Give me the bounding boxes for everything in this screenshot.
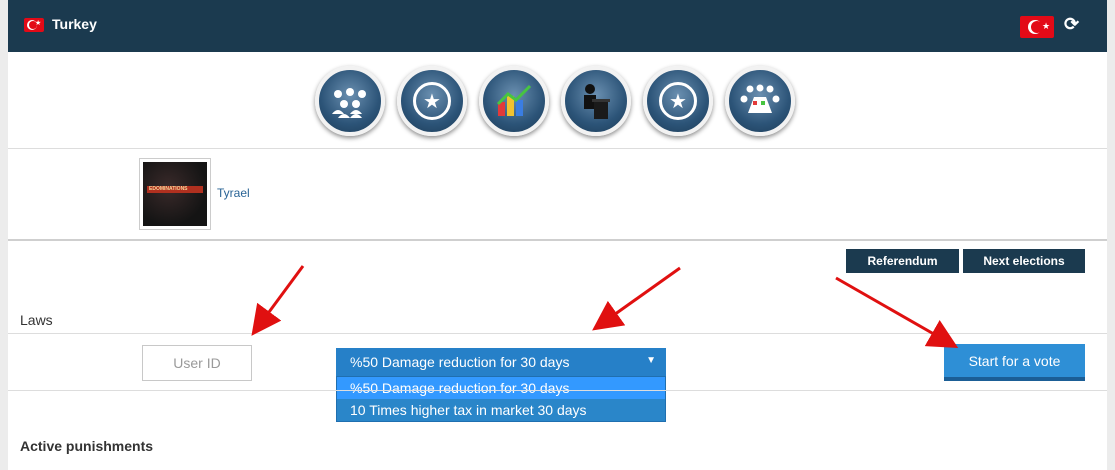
refresh-icon[interactable]: ⟳ bbox=[1064, 14, 1079, 35]
user-link[interactable]: Tyrael bbox=[217, 186, 250, 200]
law-select-value: %50 Damage reduction for 30 days bbox=[350, 354, 570, 370]
referendum-button[interactable]: Referendum bbox=[846, 249, 959, 273]
star-icon[interactable]: ★ bbox=[643, 66, 713, 136]
divider bbox=[8, 148, 1107, 149]
people-icon[interactable] bbox=[315, 66, 385, 136]
section-title-active-punishments: Active punishments bbox=[20, 438, 154, 454]
page-title: Turkey bbox=[52, 16, 97, 32]
law-option[interactable]: 10 Times higher tax in market 30 days bbox=[337, 399, 665, 421]
meeting-table-icon[interactable] bbox=[725, 66, 795, 136]
next-elections-button[interactable]: Next elections bbox=[963, 249, 1085, 273]
government-panel: ★ Turkey ★ ⟳ ★ ★ EDOMINATIONS Tyrael Ref… bbox=[8, 0, 1107, 470]
start-vote-button[interactable]: Start for a vote bbox=[944, 344, 1085, 381]
turkey-flag-icon: ★ bbox=[24, 18, 44, 32]
chevron-down-icon: ▼ bbox=[646, 355, 656, 366]
divider bbox=[8, 239, 1107, 241]
divider bbox=[8, 390, 1107, 391]
speaker-podium-icon[interactable] bbox=[561, 66, 631, 136]
chart-icon[interactable] bbox=[479, 66, 549, 136]
header-bar: ★ Turkey ★ ⟳ bbox=[8, 0, 1107, 52]
avatar[interactable]: EDOMINATIONS bbox=[139, 158, 211, 230]
star-icon[interactable]: ★ bbox=[397, 66, 467, 136]
divider bbox=[8, 333, 1107, 334]
law-option[interactable]: %50 Damage reduction for 30 days bbox=[337, 377, 665, 399]
law-options-list: %50 Damage reduction for 30 days 10 Time… bbox=[336, 376, 666, 422]
user-id-input[interactable]: User ID bbox=[142, 345, 252, 381]
section-title-laws: Laws bbox=[20, 312, 53, 328]
avatar-logo-text: EDOMINATIONS bbox=[149, 186, 188, 192]
turkey-flag-icon[interactable]: ★ bbox=[1020, 16, 1054, 38]
law-select[interactable]: %50 Damage reduction for 30 days ▼ bbox=[336, 348, 666, 376]
